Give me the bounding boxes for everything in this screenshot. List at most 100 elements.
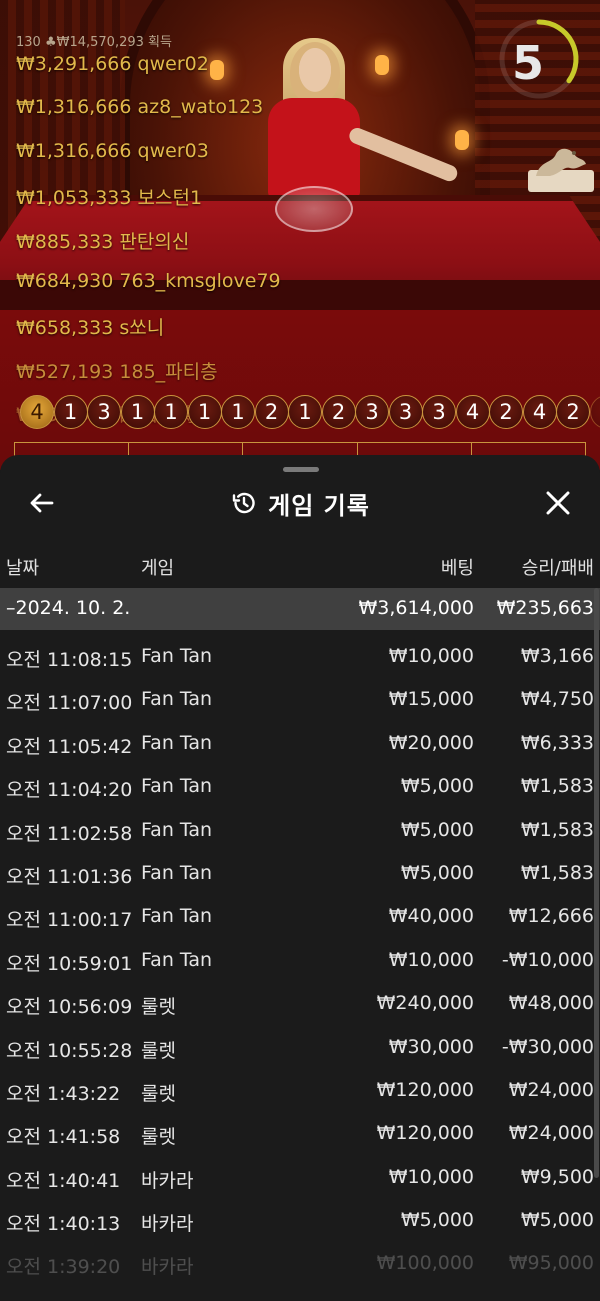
- row-game: Fan Tan: [141, 688, 213, 711]
- day-summary-row[interactable]: –2024. 10. 2. ₩3,614,000 ₩235,663: [0, 588, 600, 630]
- row-bet: ₩5,000: [400, 1209, 474, 1232]
- scrollbar[interactable]: [594, 588, 599, 1178]
- result-ball: 1: [53, 395, 88, 429]
- result-ball: 1: [187, 395, 222, 429]
- dealer-dress: [268, 98, 360, 198]
- row-win-loss: ₩1,583: [520, 861, 594, 884]
- row-time: 오전 1:40:13: [6, 1213, 121, 1236]
- row-time: 오전 11:04:20: [6, 779, 133, 802]
- day-total-win-loss: ₩235,663: [496, 597, 594, 619]
- winner-entry: ₩527,193 185_파티층: [16, 360, 218, 383]
- day-total-bet: ₩3,614,000: [358, 597, 474, 619]
- row-game: 바카라: [141, 1169, 194, 1192]
- row-win-loss: ₩48,000: [508, 992, 594, 1015]
- winner-entry: ₩1,316,666 qwer03: [16, 139, 209, 162]
- row-game: Fan Tan: [141, 861, 213, 884]
- row-game: 룰렛: [141, 1126, 176, 1149]
- row-time: 오전 10:59:01: [6, 952, 133, 975]
- row-game: Fan Tan: [141, 948, 213, 971]
- row-bet: ₩15,000: [388, 688, 474, 711]
- row-win-loss: ₩12,666: [508, 905, 594, 928]
- row-bet: ₩240,000: [376, 992, 474, 1015]
- result-ball: 2: [556, 395, 590, 429]
- sheet-drag-handle[interactable]: [283, 467, 319, 472]
- row-win-loss: ₩24,000: [508, 1122, 594, 1145]
- history-row[interactable]: 오전 10:55:28 룰렛 ₩30,000 -₩30,000: [0, 1026, 600, 1069]
- row-game: 룰렛: [141, 1039, 176, 1062]
- row-game: 룰렛: [141, 1082, 176, 1105]
- column-headers: 날짜 게임 베팅 승리/패배: [0, 550, 600, 580]
- row-time: 오전 10:56:09: [6, 996, 133, 1019]
- row-win-loss: ₩5,000: [520, 1209, 594, 1232]
- result-history-road: 413111121233342423: [20, 395, 600, 429]
- row-bet: ₩10,000: [388, 948, 474, 971]
- history-row[interactable]: 오전 11:08:15 Fan Tan ₩10,000 ₩3,166: [0, 635, 600, 678]
- countdown-number: 5: [511, 36, 544, 90]
- row-time: 오전 10:55:28: [6, 1039, 133, 1062]
- winner-entry: ₩885,333 판탄의신: [16, 230, 190, 253]
- row-win-loss: ₩1,583: [520, 775, 594, 798]
- row-win-loss: -₩10,000: [501, 948, 594, 971]
- result-ball: 4: [522, 395, 557, 429]
- row-game: Fan Tan: [141, 818, 213, 841]
- result-ball: 3: [87, 395, 121, 429]
- row-win-loss: ₩24,000: [508, 1078, 594, 1101]
- history-row[interactable]: 오전 1:39:20 바카라 ₩100,000 ₩95,000: [0, 1242, 600, 1285]
- row-bet: ₩10,000: [388, 1165, 474, 1188]
- result-ball: 3: [355, 395, 389, 429]
- row-bet: ₩120,000: [376, 1078, 474, 1101]
- result-ball: 1: [221, 395, 255, 429]
- row-game: Fan Tan: [141, 775, 213, 798]
- column-header-win-loss: 승리/패배: [521, 558, 594, 579]
- row-game: Fan Tan: [141, 645, 213, 667]
- total-winners-summary: 130 ♣₩14,570,293 획득: [16, 35, 172, 50]
- row-time: 오전 11:05:42: [6, 735, 133, 758]
- game-history-sheet: 게임 기록 날짜 게임 베팅 승리/패배 –2024. 10. 2. ₩3,61…: [0, 455, 600, 1301]
- row-time: 오전 11:00:17: [6, 909, 133, 932]
- row-bet: ₩5,000: [400, 818, 474, 841]
- row-bet: ₩5,000: [400, 861, 474, 884]
- row-time: 오전 11:01:36: [6, 865, 133, 888]
- sheet-header: 게임 기록: [0, 485, 600, 521]
- history-list: 오전 11:08:15 Fan Tan ₩10,000 ₩3,166 오전 11:07:…: [0, 635, 600, 1286]
- row-win-loss: ₩1,583: [520, 818, 594, 841]
- history-icon: [232, 492, 255, 514]
- history-row[interactable]: 오전 1:40:13 바카라 ₩5,000 ₩5,000: [0, 1199, 600, 1242]
- history-row[interactable]: 오전 11:05:42 Fan Tan ₩20,000 ₩6,333: [0, 722, 600, 765]
- history-row[interactable]: 오전 10:56:09 룰렛 ₩240,000 ₩48,000: [0, 982, 600, 1025]
- row-bet: ₩5,000: [400, 775, 474, 798]
- history-row[interactable]: 오전 11:04:20 Fan Tan ₩5,000 ₩1,583: [0, 765, 600, 808]
- history-row[interactable]: 오전 11:02:58 Fan Tan ₩5,000 ₩1,583: [0, 809, 600, 852]
- history-row[interactable]: 오전 11:00:17 Fan Tan ₩40,000 ₩12,666: [0, 895, 600, 938]
- history-row[interactable]: 오전 11:01:36 Fan Tan ₩5,000 ₩1,583: [0, 852, 600, 895]
- result-ball: 2: [321, 395, 356, 429]
- history-row[interactable]: 오전 1:41:58 룰렛 ₩120,000 ₩24,000: [0, 1112, 600, 1155]
- winner-entry: ₩1,053,333 보스턴1: [16, 187, 203, 210]
- result-ball: 2: [254, 395, 289, 429]
- result-ball: 1: [288, 395, 322, 429]
- result-ball: 2: [489, 395, 523, 429]
- day-label: –2024. 10. 2.: [6, 597, 131, 619]
- history-row[interactable]: 오전 10:59:01 Fan Tan ₩10,000 -₩10,000: [0, 939, 600, 982]
- winner-entry: ₩3,291,666 qwer02: [16, 53, 209, 75]
- history-row[interactable]: 오전 11:07:00 Fan Tan ₩15,000 ₩4,750: [0, 678, 600, 721]
- sheet-title: 게임 기록: [268, 491, 370, 520]
- result-ball: 4: [455, 395, 490, 429]
- history-row[interactable]: 오전 1:43:22 룰렛 ₩120,000 ₩24,000: [0, 1069, 600, 1112]
- history-row[interactable]: 오전 1:40:41 바카라 ₩10,000 ₩9,500: [0, 1156, 600, 1199]
- row-win-loss: ₩3,166: [520, 645, 594, 667]
- row-time: 오전 11:07:00: [6, 692, 133, 715]
- close-icon: [546, 491, 570, 515]
- result-ball: 1: [154, 395, 188, 429]
- row-time: 오전 1:39:20: [6, 1256, 121, 1279]
- row-time: 오전 1:41:58: [6, 1126, 121, 1149]
- row-game: 바카라: [141, 1213, 194, 1236]
- winner-entry: ₩658,333 s쏘니: [16, 317, 165, 340]
- result-ball: 4: [20, 395, 54, 429]
- row-win-loss: ₩4,750: [520, 688, 594, 711]
- row-bet: ₩10,000: [388, 645, 474, 667]
- row-game: 룰렛: [141, 996, 176, 1019]
- close-button[interactable]: [540, 485, 576, 521]
- row-time: 오전 1:43:22: [6, 1082, 121, 1105]
- row-win-loss: ₩95,000: [508, 1252, 594, 1275]
